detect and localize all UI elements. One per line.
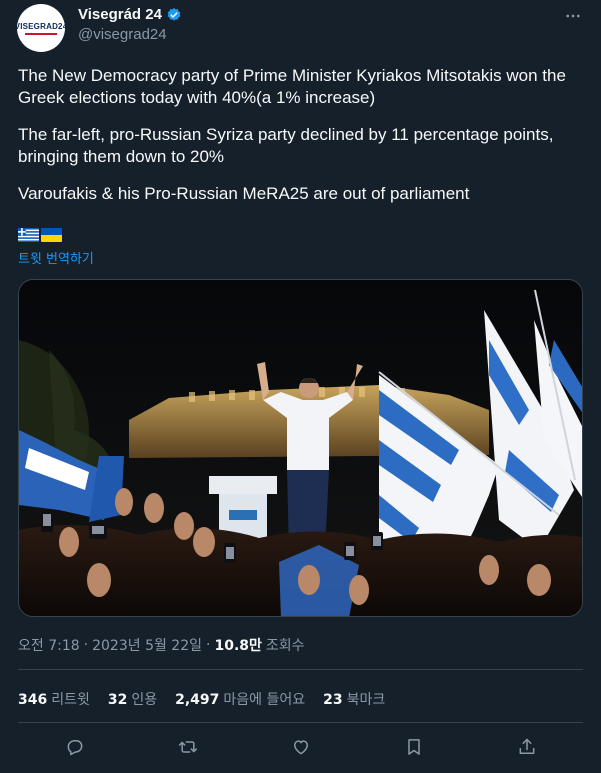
divider	[18, 669, 583, 670]
tweet-paragraph: The far-left, pro-Russian Syriza party d…	[18, 125, 559, 166]
tweet-date[interactable]: 2023년 5월 22일	[92, 635, 202, 655]
tweet-time[interactable]: 오전 7:18	[18, 635, 80, 655]
action-bar	[18, 730, 583, 764]
meta-separator: ·	[206, 637, 211, 653]
bookmark-icon[interactable]	[397, 730, 431, 764]
greece-flag-icon	[18, 228, 39, 242]
engagement-stats: 346 리트윗 32 인용 2,497 마음에 들어요 23 북마크	[18, 689, 385, 709]
stat-count: 32	[107, 692, 128, 708]
rally-photo-image	[19, 280, 582, 616]
stat-label: 리트윗	[51, 692, 90, 708]
translate-tweet-link[interactable]: 트윗 번역하기	[18, 248, 94, 267]
like-icon[interactable]	[284, 730, 318, 764]
avatar-logo-bar	[25, 32, 57, 35]
stat-label: 인용	[131, 692, 158, 708]
avatar-logo-text: VISEGRAD24	[17, 21, 65, 31]
stat-count: 2,497	[175, 692, 220, 708]
stat-count: 346	[18, 692, 48, 708]
flag-emojis	[18, 228, 62, 242]
retweets-stat[interactable]: 346 리트윗	[18, 689, 90, 709]
tweet-meta: 오전 7:18 · 2023년 5월 22일 · 10.8만 조회수	[18, 635, 305, 655]
tweet-text: The New Democracy party of Prime Ministe…	[18, 65, 588, 220]
avatar[interactable]: VISEGRAD24	[17, 4, 65, 52]
retweet-icon[interactable]	[171, 730, 205, 764]
stat-label: 북마크	[346, 692, 386, 708]
ukraine-flag-icon	[41, 228, 62, 242]
meta-separator: ·	[83, 637, 89, 653]
tweet-paragraph: The New Democracy party of Prime Ministe…	[18, 66, 571, 107]
quotes-stat[interactable]: 32 인용	[108, 689, 157, 709]
bookmarks-stat[interactable]: 23 북마크	[323, 689, 385, 709]
views-count: 10.8만	[214, 638, 262, 654]
author-display-name[interactable]: Visegrád 24	[78, 6, 162, 23]
tweet: VISEGRAD24 Visegrád 24 @visegrad24 The N…	[0, 0, 601, 773]
author-name-row: Visegrád 24	[78, 6, 182, 23]
share-icon[interactable]	[510, 730, 544, 764]
likes-stat[interactable]: 2,497 마음에 들어요	[175, 689, 305, 709]
views-label: 조회수	[265, 638, 305, 654]
more-options-icon[interactable]	[563, 6, 583, 26]
stat-label: 마음에 들어요	[223, 692, 306, 708]
tweet-photo[interactable]	[18, 279, 583, 617]
verified-badge-icon	[167, 7, 181, 21]
author-handle[interactable]: @visegrad24	[78, 26, 167, 43]
divider	[18, 722, 583, 723]
reply-icon[interactable]	[58, 730, 92, 764]
stat-count: 23	[323, 692, 343, 708]
tweet-paragraph: Varoufakis & his Pro-Russian MeRA25 are …	[18, 184, 470, 203]
